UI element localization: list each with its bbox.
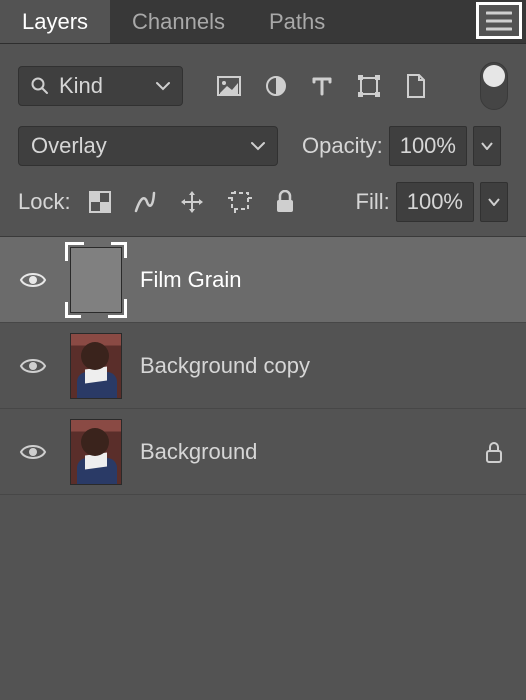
filter-kind-dropdown[interactable]: Kind <box>18 66 183 106</box>
fill-stepper[interactable] <box>480 182 508 222</box>
filter-kind-label: Kind <box>59 73 146 99</box>
chevron-down-icon <box>251 141 265 151</box>
eye-icon <box>19 442 47 462</box>
filter-type-text-icon[interactable] <box>311 75 333 97</box>
fill-input[interactable]: 100% <box>396 182 474 222</box>
lock-image-icon[interactable] <box>133 190 157 214</box>
layers-list: Film Grain Background copy Background <box>0 236 526 495</box>
lock-position-icon[interactable] <box>179 189 205 215</box>
filter-toggle[interactable] <box>480 62 508 110</box>
lock-label: Lock: <box>18 189 71 215</box>
layer-thumbnail[interactable] <box>70 419 122 485</box>
tab-channels[interactable]: Channels <box>110 0 247 43</box>
layer-row[interactable]: Background copy <box>0 323 526 409</box>
layer-name[interactable]: Film Grain <box>140 267 512 293</box>
layer-name[interactable]: Background <box>140 439 466 465</box>
blend-row: Overlay Opacity: 100% <box>0 120 526 174</box>
opacity-stepper[interactable] <box>473 126 501 166</box>
opacity-label: Opacity: <box>302 133 383 159</box>
tab-layers[interactable]: Layers <box>0 0 110 43</box>
lock-row: Lock: Fill: 100% <box>0 174 526 236</box>
lock-artboard-icon[interactable] <box>227 190 253 214</box>
filter-smartobject-icon[interactable] <box>405 73 427 99</box>
panel-menu-button[interactable] <box>476 2 522 39</box>
filter-adjustment-icon[interactable] <box>265 75 287 97</box>
visibility-toggle[interactable] <box>14 356 52 376</box>
visibility-toggle[interactable] <box>14 442 52 462</box>
chevron-down-icon <box>156 81 170 91</box>
filter-pixel-icon[interactable] <box>217 76 241 96</box>
hamburger-icon <box>486 11 512 31</box>
lock-all-icon[interactable] <box>275 190 295 214</box>
tab-paths[interactable]: Paths <box>247 0 347 43</box>
eye-icon <box>19 270 47 290</box>
layer-row[interactable]: Film Grain <box>0 237 526 323</box>
visibility-toggle[interactable] <box>14 270 52 290</box>
eye-icon <box>19 356 47 376</box>
tabs-spacer <box>347 0 474 43</box>
toggle-knob <box>483 65 505 87</box>
fill-group: Fill: 100% <box>356 182 509 222</box>
search-icon <box>31 77 49 95</box>
layer-name[interactable]: Background copy <box>140 353 512 379</box>
blend-mode-value: Overlay <box>31 133 107 159</box>
lock-transparency-icon[interactable] <box>89 191 111 213</box>
opacity-input[interactable]: 100% <box>389 126 467 166</box>
layer-row[interactable]: Background <box>0 409 526 495</box>
fill-label: Fill: <box>356 189 390 215</box>
filter-row: Kind <box>0 44 526 120</box>
filter-type-icons <box>217 73 427 99</box>
blend-mode-dropdown[interactable]: Overlay <box>18 126 278 166</box>
filter-shape-icon[interactable] <box>357 74 381 98</box>
lock-icon <box>484 440 504 464</box>
panel-tabs: Layers Channels Paths <box>0 0 526 44</box>
layer-thumbnail[interactable] <box>70 247 122 313</box>
lock-icons <box>89 189 295 215</box>
layer-thumbnail[interactable] <box>70 333 122 399</box>
opacity-group: Opacity: 100% <box>302 126 501 166</box>
